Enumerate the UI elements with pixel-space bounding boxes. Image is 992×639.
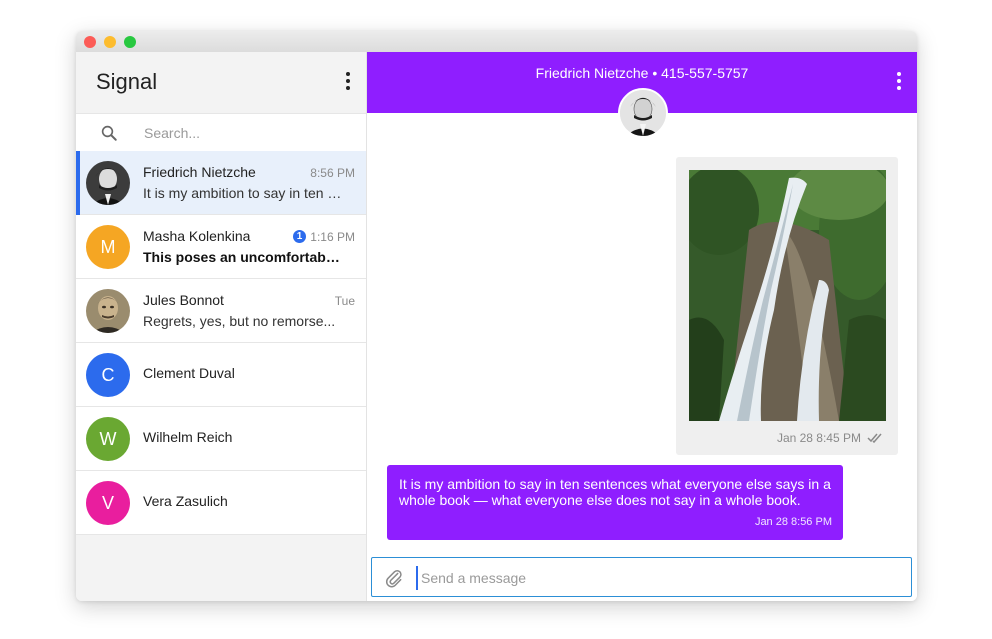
portrait-avatar-icon [86,161,130,205]
message-text: It is my ambition to say in ten sentence… [399,476,831,508]
text-message[interactable]: It is my ambition to say in ten sentence… [387,465,843,540]
message-timestamp: Jan 28 8:45 PM [776,431,861,445]
conversation-name: Clement Duval [143,365,235,381]
unread-badge: 1 [293,230,306,243]
conversation-time: 8:56 PM [310,166,355,180]
contact-avatar[interactable] [618,88,668,138]
more-options-icon[interactable] [346,72,350,90]
search-input[interactable] [142,120,346,146]
conversation-item[interactable]: V Vera Zasulich [76,471,366,535]
avatar [86,289,130,333]
sidebar-header: Signal [76,52,366,113]
more-options-icon[interactable] [897,72,901,90]
conversation-item[interactable]: Friedrich Nietzche 8:56 PM It is my ambi… [76,151,366,215]
conversation-preview: It is my ambition to say in ten sentence… [143,185,343,201]
avatar: W [86,417,130,461]
conversation-panel: Friedrich Nietzche • 415-557-5757 Jan 28… [367,52,917,601]
conversation-name: Wilhelm Reich [143,429,233,445]
waterfall-image[interactable] [689,170,886,421]
conversation-preview: This poses an uncomfortable question [143,249,343,265]
portrait-avatar-icon [86,289,130,333]
conversation-item[interactable]: Jules Bonnot Tue Regrets, yes, but no re… [76,279,366,343]
conversation-item[interactable]: C Clement Duval [76,343,366,407]
sidebar: Signal Search... Friedrich Nietzche 8:56… [76,52,367,601]
message-timestamp: Jan 28 8:56 PM [754,516,832,528]
message-composer [371,557,912,597]
double-check-icon [867,433,882,444]
conversation-name: Masha Kolenkina [143,228,251,244]
close-window-button[interactable] [84,36,96,48]
conversation-time: Tue [334,294,355,308]
maximize-window-button[interactable] [124,36,136,48]
search-icon [101,125,117,141]
search-bar [76,113,366,151]
conversation-title: Friedrich Nietzche • 415-557-5757 [535,65,749,81]
app-title: Signal [96,69,158,94]
minimize-window-button[interactable] [104,36,116,48]
message-input[interactable] [416,566,903,590]
avatar: M [86,225,130,269]
avatar: V [86,481,130,525]
conversation-list: Friedrich Nietzche 8:56 PM It is my ambi… [76,151,366,535]
paperclip-icon[interactable] [384,568,404,588]
conversation-item[interactable]: M Masha Kolenkina 1 1:16 PM This poses a… [76,215,366,279]
avatar: C [86,353,130,397]
conversation-name: Jules Bonnot [143,292,224,308]
conversation-preview: Regrets, yes, but no remorse... [143,313,336,329]
conversation-item[interactable]: W Wilhelm Reich [76,407,366,471]
portrait-avatar-icon [620,90,666,136]
title-bar [76,31,917,52]
avatar [86,161,130,205]
app-window: Signal Search... Friedrich Nietzche 8:56… [76,31,917,601]
conversation-name: Friedrich Nietzche [143,164,256,180]
image-message[interactable]: Jan 28 8:45 PM [676,157,898,455]
conversation-time: 1:16 PM [310,230,355,244]
conversation-name: Vera Zasulich [143,493,228,509]
message-meta: Jan 28 8:45 PM [777,431,885,445]
